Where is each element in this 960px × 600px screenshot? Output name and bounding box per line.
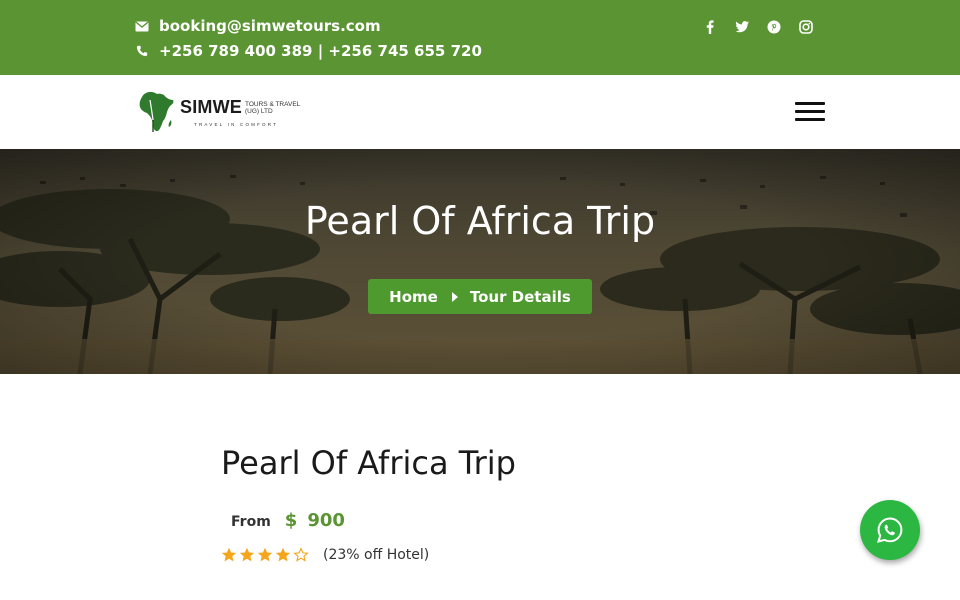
caret-right-icon xyxy=(451,291,458,302)
price-amount: 900 xyxy=(307,510,345,531)
email-text[interactable]: booking@simwetours.com xyxy=(159,17,381,35)
email-contact[interactable]: booking@simwetours.com xyxy=(135,17,381,35)
star-filled-icon xyxy=(221,547,237,562)
africa-map-icon xyxy=(139,91,174,132)
phone-text[interactable]: +256 789 400 389 | +256 745 655 720 xyxy=(159,42,482,60)
logo-name: SIMWE xyxy=(180,97,242,117)
instagram-icon[interactable] xyxy=(790,17,822,37)
star-filled-icon xyxy=(257,547,273,562)
phone-contact[interactable]: +256 789 400 389 | +256 745 655 720 xyxy=(135,42,482,60)
savanna-background-image xyxy=(0,149,960,374)
tour-title: Pearl Of Africa Trip xyxy=(221,444,516,482)
hero-banner: Pearl Of Africa Trip Home Tour Details xyxy=(0,149,960,374)
phone-icon xyxy=(135,44,149,58)
rating-note: (23% off Hotel) xyxy=(323,547,430,563)
tour-rating: (23% off Hotel) xyxy=(221,547,429,563)
price-currency: $ xyxy=(284,510,298,531)
price-prefix: From xyxy=(231,514,271,530)
envelope-icon xyxy=(135,19,149,33)
hero-title: Pearl Of Africa Trip xyxy=(304,199,656,243)
logo-tagline: TRAVEL IN COMFORT xyxy=(194,122,279,127)
whatsapp-chat-button[interactable] xyxy=(860,500,920,560)
social-links xyxy=(694,17,822,37)
top-contact-bar: booking@simwetours.com +256 789 400 389 … xyxy=(0,0,960,75)
twitter-icon[interactable] xyxy=(726,17,758,37)
logo-subtitle: TOURS & TRAVEL (UG) LTD xyxy=(245,100,301,115)
facebook-icon[interactable] xyxy=(694,17,726,37)
tour-price: From $ 900 xyxy=(231,510,345,531)
star-filled-icon xyxy=(239,547,255,562)
star-filled-icon xyxy=(275,547,291,562)
breadcrumb-current: Tour Details xyxy=(469,287,571,306)
site-logo[interactable]: SIMWE TOURS & TRAVEL (UG) LTD TRAVEL IN … xyxy=(138,89,310,135)
menu-toggle-button[interactable] xyxy=(795,102,825,122)
whatsapp-icon xyxy=(877,517,903,543)
pinterest-icon[interactable] xyxy=(758,17,790,37)
breadcrumb: Home Tour Details xyxy=(368,279,592,314)
star-empty-icon xyxy=(293,547,309,562)
main-navbar: SIMWE TOURS & TRAVEL (UG) LTD TRAVEL IN … xyxy=(0,75,960,149)
hamburger-icon xyxy=(795,102,825,105)
breadcrumb-home-link[interactable]: Home xyxy=(389,288,438,306)
